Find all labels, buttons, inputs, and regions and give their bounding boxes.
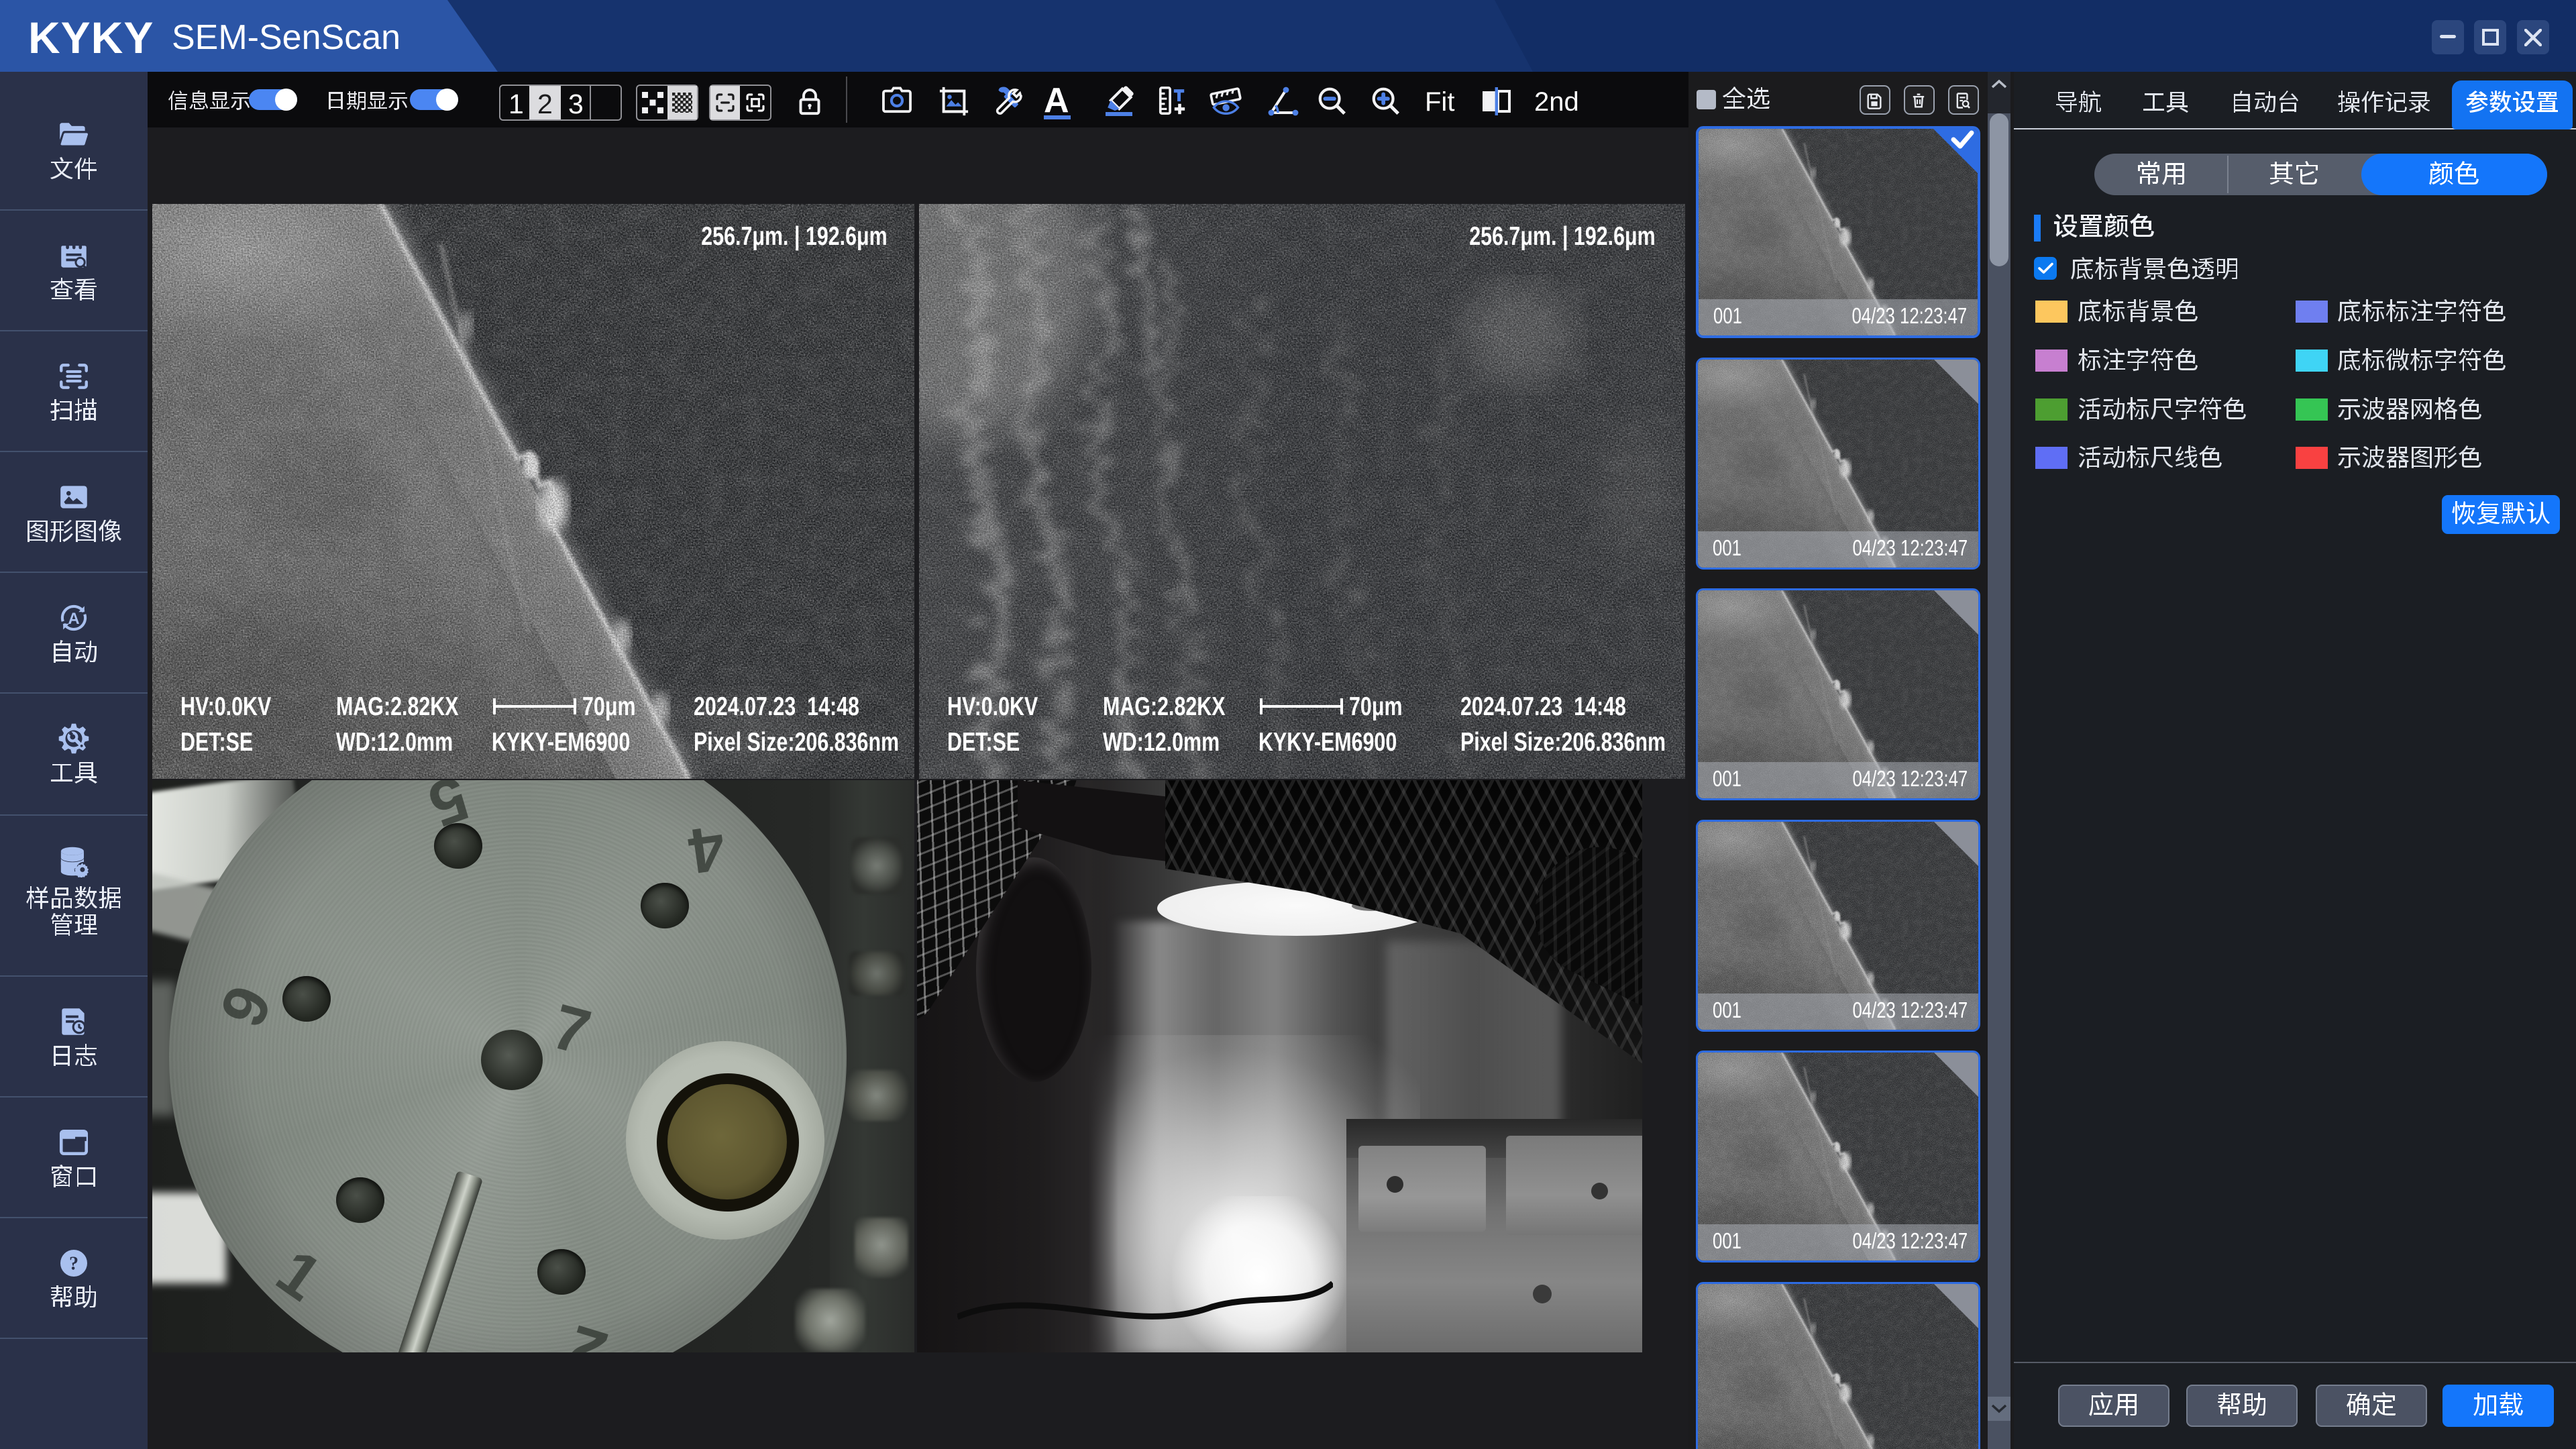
svg-text:A: A [68, 610, 79, 628]
svg-text:?: ? [69, 1254, 78, 1275]
